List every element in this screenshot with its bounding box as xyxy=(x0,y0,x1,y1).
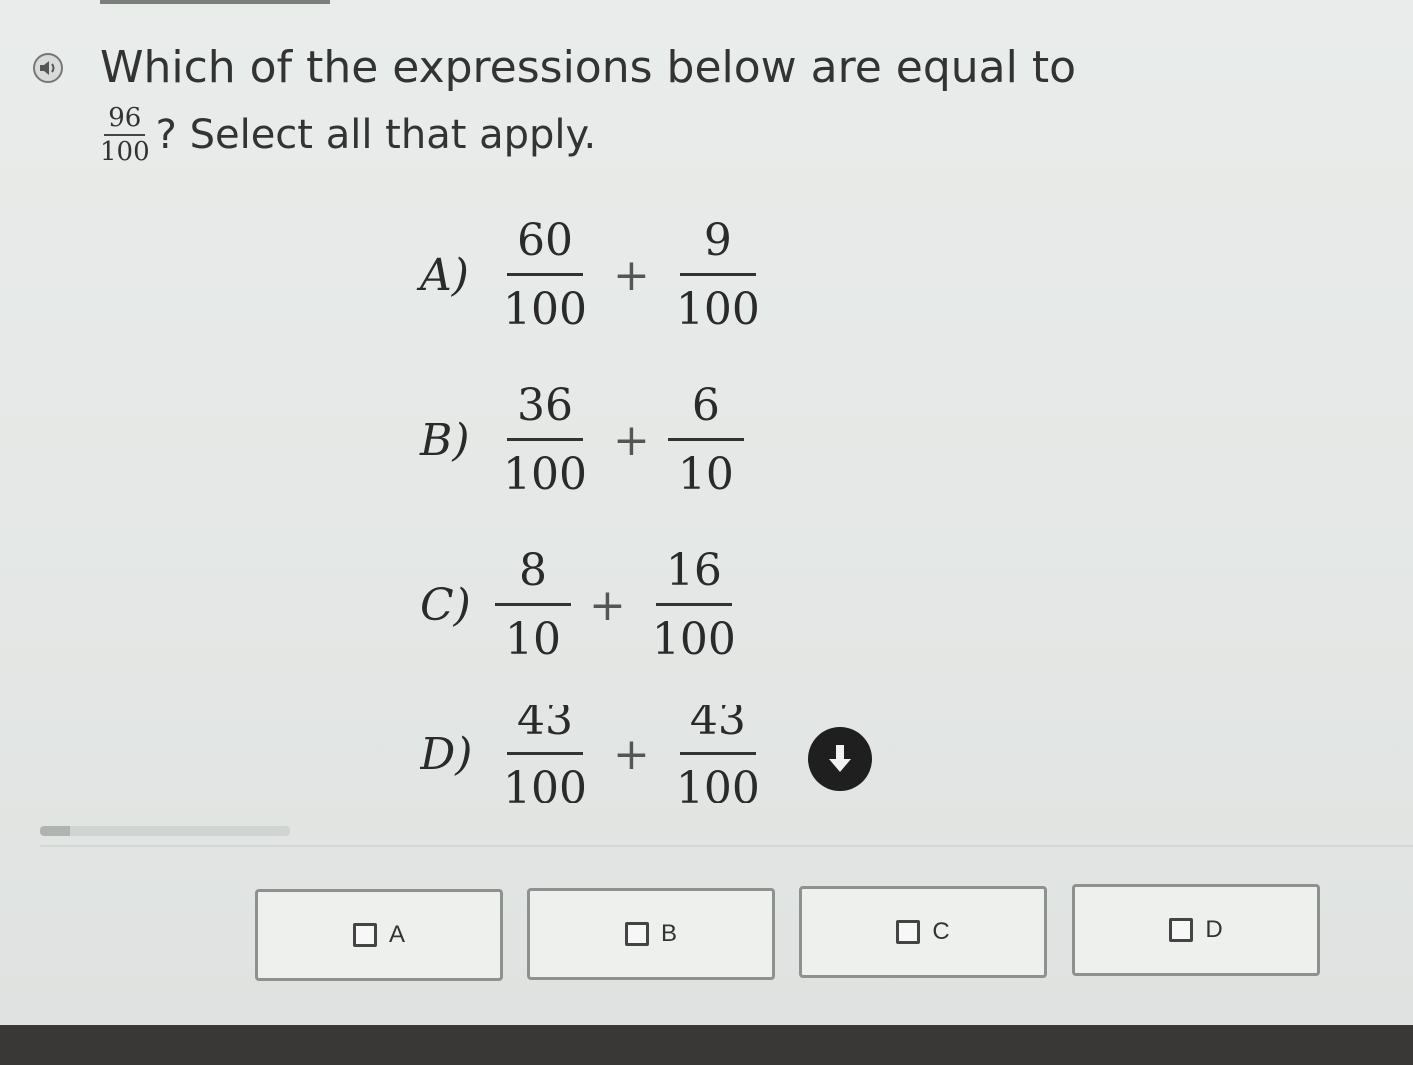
fraction-denominator: 100 xyxy=(503,449,587,500)
fraction-denominator: 10 xyxy=(505,614,561,665)
choice-d: D) 43 100 + 43 100 xyxy=(420,705,768,803)
fraction: 6 10 xyxy=(667,380,744,501)
fraction-numerator: 36 xyxy=(506,380,583,441)
speaker-icon[interactable] xyxy=(30,52,66,84)
answer-a-button[interactable]: A xyxy=(255,889,503,981)
answer-label: D xyxy=(1205,916,1223,943)
fraction-denominator: 100 xyxy=(675,762,760,804)
arrow-down-icon[interactable] xyxy=(808,727,872,791)
monitor-bezel xyxy=(0,1025,1413,1065)
fraction-denominator: 100 xyxy=(503,762,587,804)
fraction-numerator: 6 xyxy=(667,380,744,441)
fraction-numerator: 16 xyxy=(655,545,732,606)
fraction-numerator: 8 xyxy=(495,545,571,606)
choice-a: A) 60 100 + 9 100 xyxy=(420,215,768,336)
divider xyxy=(40,845,1413,847)
choice-letter: A) xyxy=(420,250,469,301)
question-fraction: 96 100 xyxy=(100,104,150,166)
fraction-denominator: 100 xyxy=(675,284,760,335)
answer-c-button[interactable]: C xyxy=(799,886,1047,978)
screen: Which of the expressions below are equal… xyxy=(0,0,1413,1025)
fraction-numerator: 60 xyxy=(506,215,583,276)
fraction-denominator: 100 xyxy=(651,614,736,665)
checkbox-icon xyxy=(624,922,649,946)
checkbox-icon xyxy=(896,920,921,944)
fraction: 60 100 xyxy=(495,215,595,336)
fraction-numerator: 9 xyxy=(679,215,756,276)
answer-b-button[interactable]: B xyxy=(527,888,775,980)
question-suffix: ? Select all that apply. xyxy=(155,112,597,158)
choice-letter: B) xyxy=(420,415,470,466)
question-line2: 96 100 ? Select all that apply. xyxy=(100,100,596,170)
checkbox-icon xyxy=(352,923,377,947)
answer-d-button[interactable]: D xyxy=(1072,884,1320,976)
choice-letter: D) xyxy=(420,728,473,780)
fraction-numerator: 43 xyxy=(679,705,756,755)
fraction-numerator: 96 xyxy=(104,104,146,136)
fraction: 9 100 xyxy=(668,215,768,336)
fraction: 43 100 xyxy=(668,705,768,803)
fraction: 16 100 xyxy=(644,545,744,666)
fraction: 43 100 xyxy=(495,705,595,803)
plus-sign: + xyxy=(612,728,650,780)
fraction: 36 100 xyxy=(495,380,595,501)
fraction: 8 10 xyxy=(495,545,571,666)
answer-label: B xyxy=(660,920,677,947)
checkbox-icon xyxy=(1169,918,1194,942)
plus-sign: + xyxy=(612,250,650,301)
choice-letter: C) xyxy=(420,580,471,631)
fraction-numerator: 43 xyxy=(506,705,583,755)
fraction-denominator: 100 xyxy=(100,137,150,167)
scroll-hint xyxy=(40,826,290,836)
answer-label: C xyxy=(932,918,950,945)
choice-c: C) 8 10 + 16 100 xyxy=(420,545,744,666)
top-strip xyxy=(100,0,330,4)
fraction-denominator: 10 xyxy=(677,449,734,500)
question-text: Which of the expressions below are equal… xyxy=(100,42,1077,93)
choice-b: B) 36 100 + 6 10 xyxy=(420,380,744,501)
plus-sign: + xyxy=(612,415,650,466)
plus-sign: + xyxy=(589,580,626,631)
fraction-denominator: 100 xyxy=(503,284,587,335)
answer-label: A xyxy=(388,921,405,948)
